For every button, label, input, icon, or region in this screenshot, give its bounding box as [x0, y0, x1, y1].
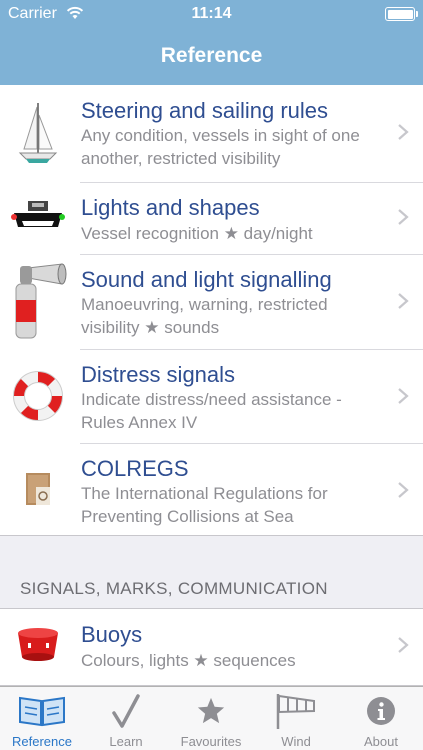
list-item-buoys[interactable]: Buoys Colours, lights ★ sequences	[0, 609, 423, 685]
chevron-right-icon	[398, 388, 409, 404]
clock: 11:14	[191, 5, 232, 22]
page-title: Reference	[160, 44, 263, 67]
signals-list: Buoys Colours, lights ★ sequences	[0, 608, 423, 686]
tab-label: Wind	[281, 734, 311, 749]
row-subtitle: The International Regulations for Preven…	[81, 484, 328, 526]
row-title: Distress signals	[81, 362, 236, 387]
tab-reference[interactable]: Reference	[0, 687, 84, 750]
sailboat-icon	[6, 97, 70, 171]
tab-wind[interactable]: Wind	[254, 687, 338, 750]
row-subtitle: Any condition, vessels in sight of one a…	[81, 126, 360, 168]
reference-list: Steering and sailing rules Any condition…	[0, 85, 423, 536]
section-header: SIGNALS, MARKS, COMMUNICATION	[20, 579, 328, 598]
chevron-right-icon	[398, 293, 409, 309]
star-icon	[169, 691, 253, 731]
book-icon	[0, 691, 84, 731]
row-title: Buoys	[81, 622, 143, 647]
status-bar: Carrier 11:14	[0, 0, 423, 28]
tab-label: Learn	[109, 734, 143, 749]
list-item-colregs[interactable]: COLREGS The International Regulations fo…	[0, 443, 423, 536]
air-horn-icon	[6, 260, 70, 344]
tab-label: Favourites	[180, 734, 242, 749]
lifebuoy-icon	[6, 363, 70, 429]
tab-bar: Reference Learn Favourites Wind About	[0, 686, 423, 750]
windsock-icon	[254, 691, 338, 731]
chevron-right-icon	[398, 124, 409, 140]
row-subtitle: Vessel recognition ★ day/night	[81, 224, 313, 243]
row-title: Steering and sailing rules	[81, 98, 329, 123]
buoy-icon	[6, 617, 70, 673]
row-subtitle: Manoeuvring, warning, restricted visibil…	[81, 295, 328, 337]
row-title: Lights and shapes	[81, 195, 260, 220]
tab-learn[interactable]: Learn	[84, 687, 168, 750]
row-title: Sound and light signalling	[81, 267, 332, 292]
colregs-book-icon	[6, 461, 70, 517]
list-item-sound[interactable]: Sound and light signalling Manoeuvring, …	[0, 254, 423, 349]
navigation-bar: Carrier 11:14 Reference	[0, 0, 423, 85]
tab-label: Reference	[12, 734, 72, 749]
tab-favourites[interactable]: Favourites	[169, 687, 253, 750]
chevron-right-icon	[398, 637, 409, 653]
tab-label: About	[364, 734, 398, 749]
tab-about[interactable]: About	[339, 687, 423, 750]
list-item-lights[interactable]: Lights and shapes Vessel recognition ★ d…	[0, 182, 423, 254]
list-item-steering[interactable]: Steering and sailing rules Any condition…	[0, 85, 423, 182]
info-icon	[339, 691, 423, 731]
screen: Carrier 11:14 Reference Steering and sai…	[0, 0, 423, 750]
vessel-lights-icon	[6, 190, 70, 246]
list-item-distress[interactable]: Distress signals Indicate distress/need …	[0, 349, 423, 443]
chevron-right-icon	[398, 209, 409, 225]
row-title: COLREGS	[81, 456, 189, 481]
battery-icon	[385, 7, 418, 21]
row-subtitle: Colours, lights ★ sequences	[81, 651, 296, 670]
chevron-right-icon	[398, 482, 409, 498]
row-subtitle: Indicate distress/need assistance - Rule…	[81, 390, 342, 432]
checkmark-icon	[84, 691, 168, 731]
